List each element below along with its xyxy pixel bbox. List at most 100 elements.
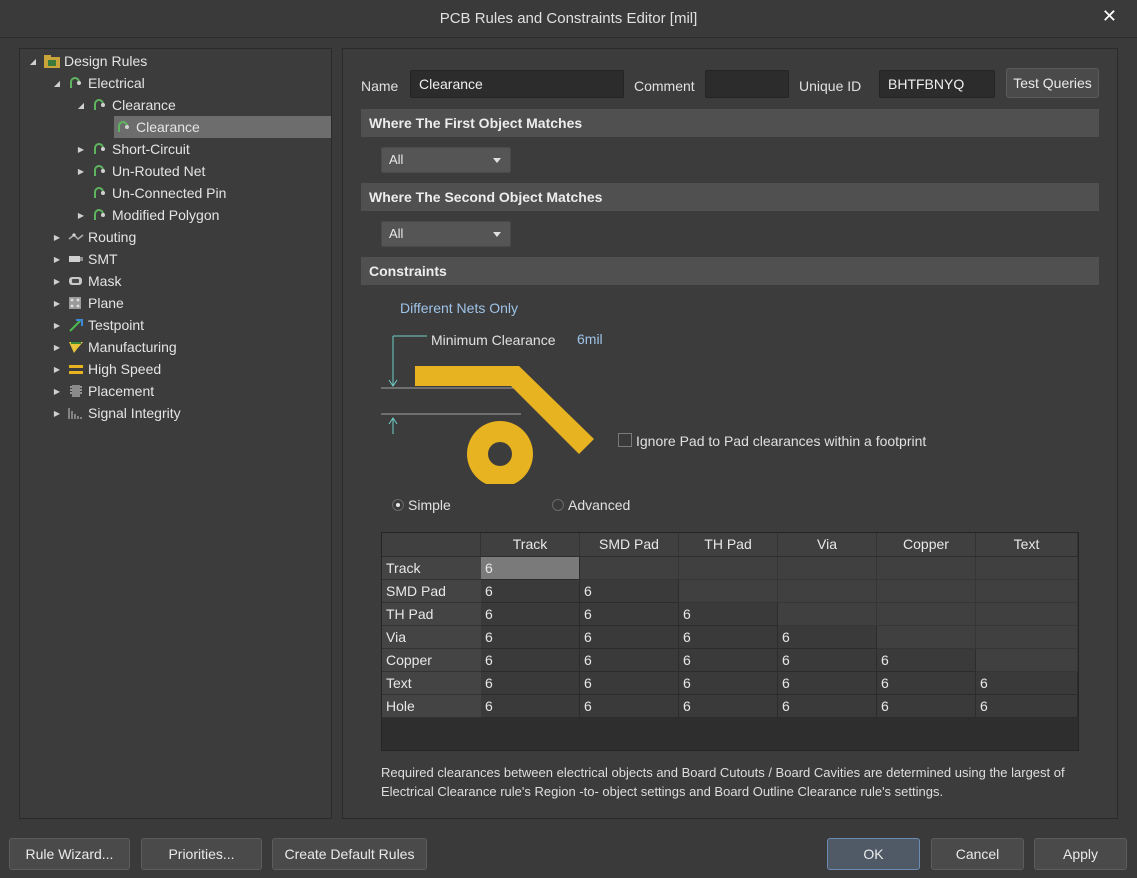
expanded-arrow-icon[interactable]: ◢ <box>28 57 38 66</box>
matrix-cell[interactable]: 6 <box>877 695 976 718</box>
simple-label: Simple <box>408 497 451 513</box>
simple-radio[interactable] <box>392 499 404 511</box>
collapsed-arrow-icon[interactable]: ▶ <box>52 321 62 330</box>
matrix-cell[interactable]: 6 <box>580 672 679 695</box>
matrix-cell[interactable]: 6 <box>679 672 778 695</box>
matrix-cell[interactable]: 6 <box>580 649 679 672</box>
apply-button[interactable]: Apply <box>1034 838 1127 870</box>
tree-item-high-speed[interactable]: ▶ High Speed <box>52 358 161 380</box>
matrix-cell-disabled <box>580 557 679 580</box>
matrix-col-header: TH Pad <box>679 533 778 556</box>
tree-item-manufacturing[interactable]: ▶ Manufacturing <box>52 336 177 358</box>
matrix-cell[interactable]: 6 <box>679 626 778 649</box>
matrix-cell[interactable]: 6 <box>481 626 580 649</box>
matrix-cell[interactable]: 6 <box>481 557 580 580</box>
clearance-matrix[interactable]: Track SMD Pad TH Pad Via Copper Text Tra… <box>381 532 1079 751</box>
second-object-scope-select[interactable]: All <box>381 221 511 247</box>
modified-polygon-rule-icon <box>92 208 108 222</box>
matrix-col-header: Copper <box>877 533 976 556</box>
matrix-cell[interactable]: 6 <box>580 580 679 603</box>
matrix-col-header: Text <box>976 533 1078 556</box>
unique-id-label: Unique ID <box>799 78 862 94</box>
expanded-arrow-icon[interactable]: ◢ <box>52 79 62 88</box>
collapsed-arrow-icon[interactable]: ▶ <box>76 211 86 220</box>
matrix-cell[interactable]: 6 <box>580 603 679 626</box>
matrix-cell[interactable]: 6 <box>481 580 580 603</box>
tree-item-plane[interactable]: ▶ Plane <box>52 292 124 314</box>
name-input[interactable]: Clearance <box>410 70 624 98</box>
create-default-rules-button[interactable]: Create Default Rules <box>272 838 427 870</box>
tree-item-unconnected-pin[interactable]: Un-Connected Pin <box>92 182 226 204</box>
matrix-cell[interactable]: 6 <box>778 672 877 695</box>
matrix-cell[interactable]: 6 <box>580 695 679 718</box>
tree-item-smt[interactable]: ▶ SMT <box>52 248 118 270</box>
close-icon[interactable]: ✕ <box>1102 6 1117 27</box>
priorities-button[interactable]: Priorities... <box>141 838 262 870</box>
collapsed-arrow-icon[interactable]: ▶ <box>52 299 62 308</box>
cancel-button[interactable]: Cancel <box>931 838 1024 870</box>
matrix-cell[interactable]: 6 <box>481 603 580 626</box>
unique-id-input[interactable]: BHTFBNYQ <box>879 70 995 98</box>
collapsed-arrow-icon[interactable]: ▶ <box>52 255 62 264</box>
comment-input[interactable] <box>705 70 789 98</box>
tree-item-modified-polygon[interactable]: ▶ Modified Polygon <box>76 204 219 226</box>
rule-wizard-button[interactable]: Rule Wizard... <box>9 838 130 870</box>
collapsed-arrow-icon[interactable]: ▶ <box>52 409 62 418</box>
matrix-cell[interactable]: 6 <box>976 672 1078 695</box>
matrix-cell-disabled <box>679 557 778 580</box>
ok-button[interactable]: OK <box>827 838 920 870</box>
matrix-cell[interactable]: 6 <box>481 695 580 718</box>
tree-item-testpoint[interactable]: ▶ Testpoint <box>52 314 144 336</box>
matrix-cell[interactable]: 6 <box>679 649 778 672</box>
placement-icon <box>68 384 84 398</box>
collapsed-arrow-icon[interactable]: ▶ <box>52 233 62 242</box>
collapsed-arrow-icon[interactable]: ▶ <box>76 167 86 176</box>
matrix-cell-disabled <box>877 626 976 649</box>
tree-item-clearance-group[interactable]: ◢ Clearance <box>76 94 176 116</box>
collapsed-arrow-icon[interactable]: ▶ <box>52 277 62 286</box>
rules-tree[interactable]: ◢ Design Rules ◢ Electrical ◢ Clearance … <box>19 48 332 819</box>
tree-item-design-rules[interactable]: ◢ Design Rules <box>28 50 147 72</box>
tree-item-unrouted-net[interactable]: ▶ Un-Routed Net <box>76 160 205 182</box>
tree-item-short-circuit[interactable]: ▶ Short-Circuit <box>76 138 190 160</box>
expanded-arrow-icon[interactable]: ◢ <box>76 101 86 110</box>
advanced-radio[interactable] <box>552 499 564 511</box>
matrix-cell[interactable]: 6 <box>778 626 877 649</box>
matrix-cell-disabled <box>976 557 1078 580</box>
tree-item-placement[interactable]: ▶ Placement <box>52 380 154 402</box>
tree-item-electrical[interactable]: ◢ Electrical <box>52 72 145 94</box>
collapsed-arrow-icon[interactable]: ▶ <box>52 387 62 396</box>
tree-item-mask[interactable]: ▶ Mask <box>52 270 122 292</box>
matrix-cell[interactable]: 6 <box>877 649 976 672</box>
matrix-cell[interactable]: 6 <box>679 695 778 718</box>
matrix-cell[interactable]: 6 <box>778 649 877 672</box>
electrical-rule-icon <box>68 76 84 90</box>
ignore-pad-checkbox[interactable] <box>618 433 632 447</box>
collapsed-arrow-icon[interactable]: ▶ <box>76 145 86 154</box>
matrix-cell[interactable]: 6 <box>679 603 778 626</box>
matrix-cell[interactable]: 6 <box>778 695 877 718</box>
matrix-cell[interactable]: 6 <box>481 672 580 695</box>
different-nets-link[interactable]: Different Nets Only <box>400 300 518 316</box>
window-title: PCB Rules and Constraints Editor [mil] <box>439 10 698 27</box>
mask-icon <box>68 274 84 288</box>
test-queries-button[interactable]: Test Queries <box>1006 68 1099 98</box>
matrix-cell[interactable]: 6 <box>877 672 976 695</box>
matrix-cell-disabled <box>976 649 1078 672</box>
tree-item-clearance-rule[interactable]: Clearance <box>114 116 331 138</box>
collapsed-arrow-icon[interactable]: ▶ <box>52 365 62 374</box>
matrix-cell[interactable]: 6 <box>580 626 679 649</box>
minimum-clearance-value[interactable]: 6mil <box>577 331 603 347</box>
ignore-pad-label: Ignore Pad to Pad clearances within a fo… <box>636 433 927 449</box>
matrix-cell[interactable]: 6 <box>976 695 1078 718</box>
button-label: Priorities... <box>168 846 235 862</box>
second-object-section-header: Where The Second Object Matches <box>361 183 1099 211</box>
tree-item-signal-integrity[interactable]: ▶ Signal Integrity <box>52 402 181 424</box>
matrix-cell[interactable]: 6 <box>481 649 580 672</box>
tree-item-routing[interactable]: ▶ Routing <box>52 226 136 248</box>
constraints-section-header: Constraints <box>361 257 1099 285</box>
collapsed-arrow-icon[interactable]: ▶ <box>52 343 62 352</box>
button-label: Apply <box>1062 846 1099 862</box>
first-object-scope-select[interactable]: All <box>381 147 511 173</box>
signal-integrity-icon <box>68 406 84 420</box>
